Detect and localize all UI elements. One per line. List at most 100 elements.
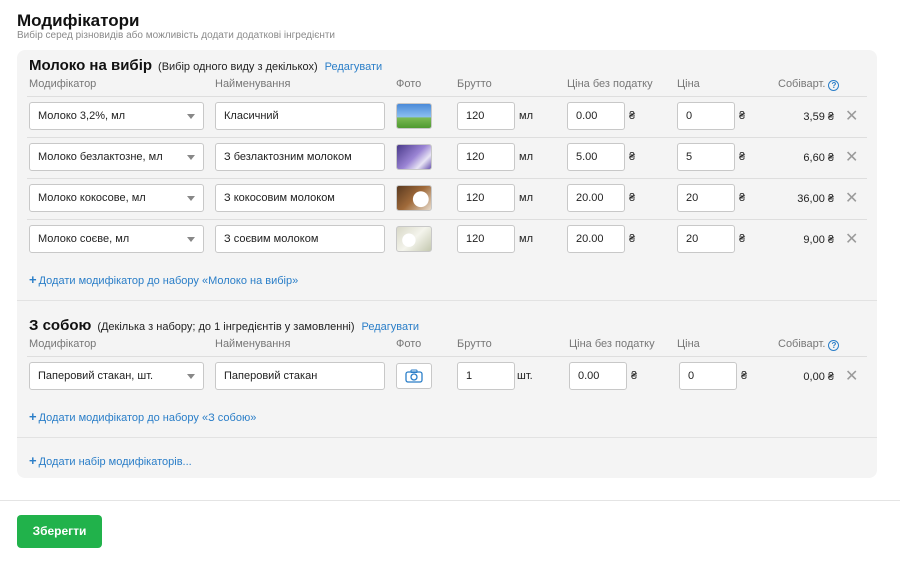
modifier-select[interactable]: Паперовий стакан, шт. xyxy=(29,362,204,390)
col-header-price-no-tax: Ціна без податку xyxy=(567,78,653,90)
col-header-photo: Фото xyxy=(396,78,422,90)
price-input[interactable]: 5 xyxy=(677,143,735,171)
currency-label: ₴ xyxy=(741,370,748,382)
unit-label: мл xyxy=(519,110,533,122)
photo-thumbnail[interactable] xyxy=(396,185,432,211)
modifier-select[interactable]: Молоко 3,2%, мл xyxy=(29,102,204,130)
group-description: (Вибір одного виду з декількох) xyxy=(158,61,318,73)
plus-icon: + xyxy=(29,453,37,468)
group-name: З собою xyxy=(29,317,92,334)
col-header-price-no-tax: Ціна без податку xyxy=(569,338,655,350)
cost-value: 36,00 ₴ xyxy=(797,193,834,205)
group-name: Молоко на вибір xyxy=(29,57,153,74)
table-row: Молоко соєве, мл З соєвим молоком 120 мл… xyxy=(17,219,877,260)
currency-label: ₴ xyxy=(629,192,636,204)
modifier-select[interactable]: Молоко кокосове, мл xyxy=(29,184,204,212)
row-divider xyxy=(27,356,867,357)
modifier-select[interactable]: Молоко соєве, мл xyxy=(29,225,204,253)
brutto-input[interactable]: 120 xyxy=(457,225,515,253)
price-no-tax-input[interactable]: 0.00 xyxy=(569,362,627,390)
cost-value: 3,59 ₴ xyxy=(803,111,834,123)
price-no-tax-input[interactable]: 0.00 xyxy=(567,102,625,130)
table-row: Паперовий стакан, шт. Паперовий стакан 1… xyxy=(17,356,877,397)
modifier-select-value: Молоко безлактозне, мл xyxy=(38,151,163,163)
brutto-input[interactable]: 120 xyxy=(457,143,515,171)
group-description: (Декілька з набору; до 1 інгредієнтів у … xyxy=(97,321,355,333)
name-input[interactable]: З соєвим молоком xyxy=(215,225,385,253)
photo-thumbnail[interactable] xyxy=(396,144,432,170)
chevron-down-icon xyxy=(187,237,195,242)
currency-label: ₴ xyxy=(629,233,636,245)
name-input[interactable]: З кокосовим молоком xyxy=(215,184,385,212)
unit-label: мл xyxy=(519,192,533,204)
save-button[interactable]: Зберегти xyxy=(17,515,102,548)
modifiers-panel: Молоко на вибір (Вибір одного виду з дек… xyxy=(17,50,877,478)
remove-icon[interactable]: ✕ xyxy=(845,369,858,385)
price-input[interactable]: 0 xyxy=(679,362,737,390)
remove-icon[interactable]: ✕ xyxy=(845,150,858,166)
col-header-brutto: Брутто xyxy=(457,338,492,350)
modifier-select-value: Молоко кокосове, мл xyxy=(38,192,146,204)
plus-icon: + xyxy=(29,272,37,287)
page-title: Модифікатори xyxy=(17,11,140,30)
col-header-price: Ціна xyxy=(677,78,700,90)
currency-label: ₴ xyxy=(629,110,636,122)
photo-thumbnail[interactable] xyxy=(396,103,432,129)
chevron-down-icon xyxy=(187,155,195,160)
brutto-input[interactable]: 120 xyxy=(457,102,515,130)
row-divider xyxy=(27,178,867,179)
photo-thumbnail[interactable] xyxy=(396,226,432,252)
modifier-select-value: Молоко соєве, мл xyxy=(38,233,130,245)
camera-icon xyxy=(405,369,423,383)
footer-divider xyxy=(0,500,900,501)
modifier-select[interactable]: Молоко безлактозне, мл xyxy=(29,143,204,171)
brutto-input[interactable]: 120 xyxy=(457,184,515,212)
group-divider xyxy=(17,300,877,301)
name-input[interactable]: Класичний xyxy=(215,102,385,130)
add-modifier-link[interactable]: + Додати модифікатор до набору «З собою» xyxy=(29,409,256,424)
row-divider xyxy=(27,137,867,138)
price-input[interactable]: 20 xyxy=(677,225,735,253)
name-input[interactable]: З безлактозним молоком xyxy=(215,143,385,171)
modifier-select-value: Молоко 3,2%, мл xyxy=(38,110,126,122)
help-icon[interactable]: ? xyxy=(828,80,840,91)
price-no-tax-input[interactable]: 20.00 xyxy=(567,225,625,253)
currency-label: ₴ xyxy=(739,110,746,122)
remove-icon[interactable]: ✕ xyxy=(845,109,858,125)
col-header-modifier: Модифікатор xyxy=(29,338,97,350)
currency-label: ₴ xyxy=(629,151,636,163)
col-header-name: Найменування xyxy=(215,338,291,350)
row-divider xyxy=(27,219,867,220)
table-row: Молоко безлактозне, мл З безлактозним мо… xyxy=(17,137,877,178)
name-input[interactable]: Паперовий стакан xyxy=(215,362,385,390)
modifier-select-value: Паперовий стакан, шт. xyxy=(38,370,154,382)
upload-photo-button[interactable] xyxy=(396,363,432,389)
add-modifier-set-link[interactable]: + Додати набір модифікаторів... xyxy=(29,453,192,468)
group-edit-link[interactable]: Редагувати xyxy=(362,321,420,333)
col-header-name: Найменування xyxy=(215,78,291,90)
add-modifier-label: Додати модифікатор до набору «З собою» xyxy=(38,412,257,424)
currency-label: ₴ xyxy=(739,192,746,204)
col-header-modifier: Модифікатор xyxy=(29,78,97,90)
cost-value: 0,00 ₴ xyxy=(803,371,834,383)
group-edit-link[interactable]: Редагувати xyxy=(325,61,383,73)
col-header-cost: Собіварт.? xyxy=(778,78,840,91)
chevron-down-icon xyxy=(187,196,195,201)
brutto-input[interactable]: 1 xyxy=(457,362,515,390)
remove-icon[interactable]: ✕ xyxy=(845,191,858,207)
price-input[interactable]: 0 xyxy=(677,102,735,130)
row-divider xyxy=(27,96,867,97)
help-icon[interactable]: ? xyxy=(828,340,840,351)
col-header-photo: Фото xyxy=(396,338,422,350)
price-input[interactable]: 20 xyxy=(677,184,735,212)
price-no-tax-input[interactable]: 20.00 xyxy=(567,184,625,212)
remove-icon[interactable]: ✕ xyxy=(845,232,858,248)
currency-label: ₴ xyxy=(739,151,746,163)
price-no-tax-input[interactable]: 5.00 xyxy=(567,143,625,171)
col-header-cost: Собіварт.? xyxy=(778,338,840,351)
add-modifier-set-label: Додати набір модифікаторів... xyxy=(38,456,192,468)
page-subtitle: Вибір серед різновидів або можливість до… xyxy=(17,30,336,41)
col-header-brutto: Брутто xyxy=(457,78,492,90)
cost-value: 9,00 ₴ xyxy=(803,234,834,246)
add-modifier-link[interactable]: + Додати модифікатор до набору «Молоко на… xyxy=(29,272,298,287)
